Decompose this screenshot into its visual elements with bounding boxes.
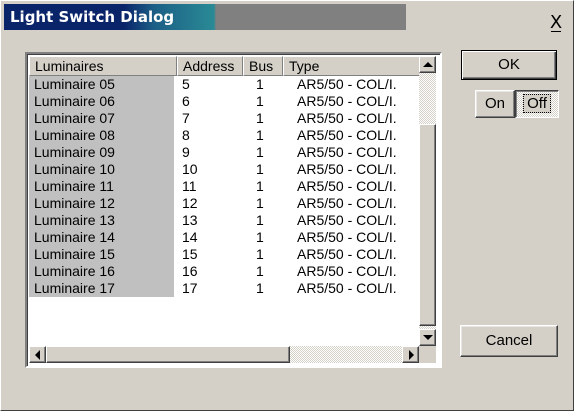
- cell-address: 9: [182, 144, 190, 160]
- cell-luminaire: Luminaire 12: [29, 195, 174, 212]
- table-row[interactable]: Luminaire 16 16 1 AR5/50 - COL/I.: [29, 263, 419, 280]
- column-header-bus[interactable]: Bus: [243, 56, 283, 76]
- cell-bus: 1: [256, 76, 264, 92]
- close-icon[interactable]: X: [543, 11, 569, 37]
- cell-type: AR5/50 - COL/I.: [297, 212, 397, 228]
- cell-luminaire: Luminaire 10: [29, 161, 174, 178]
- close-glyph: X: [549, 12, 563, 33]
- cell-bus: 1: [256, 212, 264, 228]
- cell-address: 15: [182, 246, 198, 262]
- cell-type: AR5/50 - COL/I.: [297, 161, 397, 177]
- cell-luminaire: Luminaire 06: [29, 93, 174, 110]
- window-title: Light Switch Dialog: [10, 8, 175, 26]
- cell-bus: 1: [256, 178, 264, 194]
- cell-luminaire: Luminaire 15: [29, 246, 174, 263]
- table-row[interactable]: Luminaire 10 10 1 AR5/50 - COL/I.: [29, 161, 419, 178]
- list-header: Luminaires Address Bus Type: [29, 56, 434, 76]
- cell-address: 10: [182, 161, 198, 177]
- cell-bus: 1: [256, 127, 264, 143]
- column-header-address[interactable]: Address: [177, 56, 243, 76]
- title-bar[interactable]: Light Switch Dialog: [4, 4, 406, 30]
- cell-address: 11: [182, 178, 197, 194]
- cell-type: AR5/50 - COL/I.: [297, 263, 397, 279]
- light-switch-dialog: Light Switch Dialog X Luminaires Address…: [0, 0, 574, 411]
- column-header-type[interactable]: Type: [283, 56, 434, 76]
- cell-address: 6: [182, 93, 190, 109]
- cell-bus: 1: [256, 110, 264, 126]
- table-row[interactable]: Luminaire 05 5 1 AR5/50 - COL/I.: [29, 76, 419, 93]
- cell-luminaire: Luminaire 08: [29, 127, 174, 144]
- cell-luminaire: Luminaire 16: [29, 263, 174, 280]
- cell-luminaire: Luminaire 07: [29, 110, 174, 127]
- horizontal-scroll-thumb[interactable]: [46, 346, 290, 363]
- cell-bus: 1: [256, 144, 264, 160]
- cell-bus: 1: [256, 280, 264, 296]
- off-button-label: Off: [523, 94, 551, 113]
- table-row[interactable]: Luminaire 06 6 1 AR5/50 - COL/I.: [29, 93, 419, 110]
- cell-bus: 1: [256, 263, 264, 279]
- cell-type: AR5/50 - COL/I.: [297, 195, 397, 211]
- scroll-right-button[interactable]: [402, 346, 419, 363]
- cell-luminaire: Luminaire 14: [29, 229, 174, 246]
- table-row[interactable]: Luminaire 09 9 1 AR5/50 - COL/I.: [29, 144, 419, 161]
- cell-bus: 1: [256, 195, 264, 211]
- scroll-down-arrow-icon: [423, 335, 433, 340]
- cell-address: 8: [182, 127, 190, 143]
- on-button[interactable]: On: [475, 90, 515, 118]
- cell-type: AR5/50 - COL/I.: [297, 93, 397, 109]
- cell-bus: 1: [256, 161, 264, 177]
- cell-luminaire: Luminaire 09: [29, 144, 174, 161]
- cell-luminaire: Luminaire 13: [29, 212, 174, 229]
- scroll-up-arrow-icon: [423, 62, 433, 67]
- cell-luminaire: Luminaire 17: [29, 280, 174, 297]
- table-row[interactable]: Luminaire 14 14 1 AR5/50 - COL/I.: [29, 229, 419, 246]
- cell-type: AR5/50 - COL/I.: [297, 127, 397, 143]
- cell-bus: 1: [256, 93, 264, 109]
- table-row[interactable]: Luminaire 12 12 1 AR5/50 - COL/I.: [29, 195, 419, 212]
- cell-address: 16: [182, 263, 198, 279]
- vertical-scrollbar[interactable]: [419, 56, 436, 346]
- cell-address: 12: [182, 195, 198, 211]
- luminaire-list[interactable]: Luminaires Address Bus Type Luminaire 05…: [25, 52, 442, 368]
- column-header-luminaires[interactable]: Luminaires: [29, 56, 177, 76]
- cell-address: 5: [182, 76, 190, 92]
- scroll-right-arrow-icon: [409, 350, 414, 360]
- list-rows: Luminaire 05 5 1 AR5/50 - COL/I. Luminaire 0…: [29, 76, 419, 297]
- cell-type: AR5/50 - COL/I.: [297, 229, 397, 245]
- vertical-scroll-thumb[interactable]: [419, 124, 436, 326]
- cell-luminaire: Luminaire 05: [29, 76, 174, 93]
- table-row[interactable]: Luminaire 08 8 1 AR5/50 - COL/I.: [29, 127, 419, 144]
- cell-type: AR5/50 - COL/I.: [297, 178, 397, 194]
- cell-type: AR5/50 - COL/I.: [297, 144, 397, 160]
- horizontal-scrollbar[interactable]: [29, 346, 419, 363]
- cancel-button[interactable]: Cancel: [460, 325, 558, 357]
- off-button[interactable]: Off: [515, 90, 559, 118]
- scrollbar-corner: [419, 346, 436, 363]
- cell-type: AR5/50 - COL/I.: [297, 76, 397, 92]
- table-row[interactable]: Luminaire 15 15 1 AR5/50 - COL/I.: [29, 246, 419, 263]
- cell-bus: 1: [256, 229, 264, 245]
- table-row[interactable]: Luminaire 17 17 1 AR5/50 - COL/I.: [29, 280, 419, 297]
- cell-bus: 1: [256, 246, 264, 262]
- table-row[interactable]: Luminaire 11 11 1 AR5/50 - COL/I.: [29, 178, 419, 195]
- scroll-down-button[interactable]: [419, 329, 436, 346]
- cell-address: 13: [182, 212, 198, 228]
- scroll-up-button[interactable]: [419, 56, 436, 73]
- cell-luminaire: Luminaire 11: [29, 178, 174, 195]
- cell-type: AR5/50 - COL/I.: [297, 280, 397, 296]
- cell-address: 7: [182, 110, 190, 126]
- ok-button[interactable]: OK: [461, 50, 557, 80]
- table-row[interactable]: Luminaire 07 7 1 AR5/50 - COL/I.: [29, 110, 419, 127]
- scroll-left-arrow-icon: [35, 350, 40, 360]
- cell-type: AR5/50 - COL/I.: [297, 110, 397, 126]
- cell-address: 14: [182, 229, 198, 245]
- cell-address: 17: [182, 280, 198, 296]
- scroll-left-button[interactable]: [29, 346, 46, 363]
- cell-type: AR5/50 - COL/I.: [297, 246, 397, 262]
- table-row[interactable]: Luminaire 13 13 1 AR5/50 - COL/I.: [29, 212, 419, 229]
